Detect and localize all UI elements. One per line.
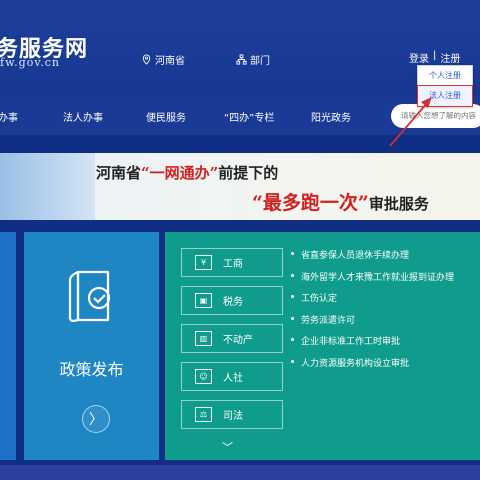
banner-subheadline: “最多跑一次”审批服务 bbox=[252, 188, 429, 215]
site-logo-domain: fw.gov.cn bbox=[0, 56, 60, 69]
service-panel: ¥ 工商 ▣ 税务 ▥ 不动产 ☺ 人社 ⚖ 司法 ﹀ 省直参保人员退休手续办理… bbox=[165, 232, 480, 460]
banner-line1-suffix: 前提下的 bbox=[218, 164, 279, 182]
category-label: 税务 bbox=[223, 297, 243, 308]
category-business-button[interactable]: ¥ 工商 bbox=[181, 248, 283, 277]
location-selector[interactable]: 河南省 bbox=[141, 52, 185, 67]
list-item[interactable]: 工伤认定 bbox=[291, 291, 454, 313]
document-check-icon bbox=[68, 270, 111, 322]
service-link: 省直参保人员退休手续办理 bbox=[301, 251, 410, 261]
nav-item-four-services[interactable]: “四办”专栏 bbox=[224, 109, 274, 124]
location-label: 河南省 bbox=[155, 56, 185, 67]
banner-line2-highlight: “最多跑一次” bbox=[252, 192, 369, 214]
promo-banner[interactable]: 河南省“一网通办”前提下的 “最多跑一次”审批服务 bbox=[0, 153, 480, 220]
gavel-icon: ⚖ bbox=[195, 407, 212, 422]
register-personal-option[interactable]: 个人注册 bbox=[418, 66, 472, 86]
people-icon: ☺ bbox=[195, 369, 212, 384]
banner-line2-suffix: 审批服务 bbox=[368, 195, 429, 213]
bullet-icon bbox=[291, 273, 294, 277]
category-hr-button[interactable]: ☺ 人社 bbox=[181, 362, 283, 391]
service-link: 工伤认定 bbox=[301, 294, 338, 304]
list-item[interactable]: 省直参保人员退休手续办理 bbox=[291, 248, 454, 270]
banner-line1-prefix: 河南省 bbox=[96, 164, 142, 182]
login-link[interactable]: 登录 bbox=[409, 50, 429, 65]
register-corporate-option[interactable]: 法人注册 bbox=[417, 85, 473, 107]
search-input[interactable] bbox=[391, 104, 480, 128]
site-header: 务服务网 fw.gov.cn 河南省 部门 登录 | 注册 bbox=[0, 0, 480, 97]
map-pin-icon bbox=[142, 54, 151, 65]
bullet-icon bbox=[291, 252, 294, 255]
nav-item-personal[interactable]: 办事 bbox=[0, 109, 18, 124]
register-dropdown: 个人注册 法人注册 bbox=[417, 65, 473, 107]
list-item[interactable]: 海外留学人才来豫工作就业报到证办理 bbox=[291, 270, 454, 292]
category-label: 工商 bbox=[223, 259, 243, 270]
bullet-icon bbox=[291, 338, 294, 341]
category-label: 司法 bbox=[223, 411, 243, 422]
banner-illustration bbox=[0, 153, 95, 220]
policy-tile[interactable]: 政策发布 〉 bbox=[24, 232, 159, 460]
list-item[interactable]: 人力资源服务机构设立审批 bbox=[291, 356, 454, 378]
bullet-icon bbox=[291, 295, 294, 298]
auth-links: 登录 | 注册 bbox=[409, 50, 460, 65]
business-icon: ¥ bbox=[195, 255, 212, 270]
list-item[interactable]: 劳务派遣许可 bbox=[291, 313, 454, 335]
department-label: 部门 bbox=[250, 56, 270, 67]
service-link: 劳务派遣许可 bbox=[301, 315, 356, 326]
department-selector[interactable]: 部门 bbox=[236, 52, 270, 67]
bottom-bar bbox=[0, 465, 480, 480]
auth-separator: | bbox=[433, 50, 437, 61]
category-justice-button[interactable]: ⚖ 司法 bbox=[181, 400, 283, 429]
banner-line1-highlight: “一网通办” bbox=[141, 164, 219, 182]
wallet-icon: ▣ bbox=[195, 293, 212, 308]
policy-title: 政策发布 bbox=[59, 360, 124, 379]
category-tax-button[interactable]: ▣ 税务 bbox=[181, 286, 283, 315]
service-link: 人力资源服务机构设立审批 bbox=[301, 358, 410, 369]
building-icon: ▥ bbox=[195, 331, 212, 346]
list-item[interactable]: 企业非标准工作工时审批 bbox=[291, 334, 454, 356]
category-label: 人社 bbox=[223, 373, 243, 384]
category-label: 不动产 bbox=[223, 335, 253, 346]
service-link: 海外留学人才来豫工作就业报到证办理 bbox=[301, 272, 455, 283]
service-list: 省直参保人员退休手续办理 海外留学人才来豫工作就业报到证办理 工伤认定 劳务派遣… bbox=[291, 248, 454, 377]
nav-item-corporate[interactable]: 法人办事 bbox=[63, 109, 103, 124]
left-tile-edge[interactable] bbox=[0, 232, 16, 460]
nav-item-convenience[interactable]: 便民服务 bbox=[146, 109, 186, 124]
banner-headline: 河南省“一网通办”前提下的 bbox=[96, 162, 278, 183]
category-realestate-button[interactable]: ▥ 不动产 bbox=[181, 324, 283, 353]
nav-item-transparency[interactable]: 阳光政务 bbox=[311, 109, 351, 124]
bullet-icon bbox=[291, 316, 294, 320]
policy-next-button[interactable]: 〉 bbox=[82, 405, 110, 433]
bullet-icon bbox=[291, 359, 294, 363]
register-link[interactable]: 注册 bbox=[440, 50, 460, 65]
chevron-down-icon[interactable]: ﹀ bbox=[222, 439, 233, 455]
org-chart-icon bbox=[236, 54, 247, 65]
service-link: 企业非标准工作工时审批 bbox=[301, 337, 401, 347]
